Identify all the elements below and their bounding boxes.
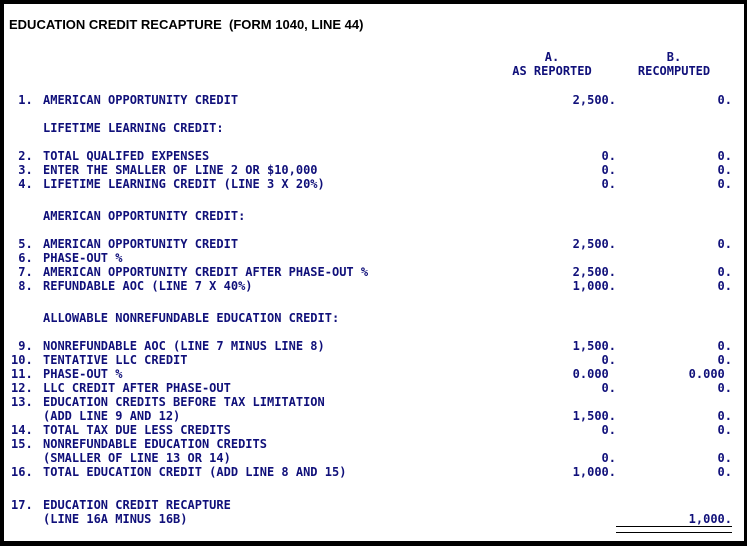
line-label: TOTAL QUALIFED EXPENSES (43, 149, 210, 163)
value-recomputed: 0. (717, 381, 732, 395)
line-label: TOTAL EDUCATION CREDIT (ADD LINE 8 AND 1… (43, 465, 347, 479)
line-label: ALLOWABLE NONREFUNDABLE EDUCATION CREDIT… (43, 311, 340, 325)
line-label: LIFETIME LEARNING CREDIT (LINE 3 X 20%) (43, 177, 325, 191)
line-label: EDUCATION CREDIT RECAPTURE (43, 498, 231, 512)
value-recomputed: 0. (717, 265, 732, 279)
line-label: NONREFUNDABLE EDUCATION CREDITS (43, 437, 267, 451)
line-label: ENTER THE SMALLER OF LINE 2 OR $10,000 (43, 163, 318, 177)
value-as-reported: 0. (601, 149, 616, 163)
column-a-letter: A. (544, 50, 560, 64)
line-label: (ADD LINE 9 AND 12) (43, 409, 181, 423)
value-as-reported: 0. (601, 353, 616, 367)
value-as-reported: 0.000 (572, 367, 616, 381)
value-as-reported: 2,500. (572, 93, 616, 107)
line-label: AMERICAN OPPORTUNITY CREDIT: (43, 209, 246, 223)
value-recomputed: 0. (717, 339, 732, 353)
line-label: AMERICAN OPPORTUNITY CREDIT AFTER PHASE-… (43, 265, 369, 279)
line-number: 11. (11, 367, 33, 381)
line-number: 9. (11, 339, 33, 353)
report-title: EDUCATION CREDIT RECAPTURE (FORM 1040, L… (9, 17, 364, 32)
line-label: LIFETIME LEARNING CREDIT: (43, 121, 224, 135)
value-as-reported: 0. (601, 163, 616, 177)
value-as-reported: 1,000. (572, 279, 616, 293)
value-as-reported: 0. (601, 177, 616, 191)
value-as-reported: 0. (601, 451, 616, 465)
value-recomputed: 0. (717, 451, 732, 465)
value-recomputed: 0. (717, 353, 732, 367)
line-number: 15. (11, 437, 33, 451)
line-label: REFUNDABLE AOC (LINE 7 X 40%) (43, 279, 253, 293)
line-label: PHASE-OUT % (43, 367, 123, 381)
value-as-reported: 2,500. (572, 237, 616, 251)
value-as-reported: 1,500. (572, 339, 616, 353)
line-label: AMERICAN OPPORTUNITY CREDIT (43, 93, 239, 107)
line-label: (SMALLER OF LINE 13 OR 14) (43, 451, 231, 465)
value-recomputed: 0. (717, 465, 732, 479)
value-as-reported: 0. (601, 381, 616, 395)
value-recomputed: 0.000 (688, 367, 732, 381)
value-as-reported: 2,500. (572, 265, 616, 279)
column-a-label: AS REPORTED (512, 64, 592, 78)
column-b-letter: B. (666, 50, 682, 64)
line-label: EDUCATION CREDITS BEFORE TAX LIMITATION (43, 395, 325, 409)
value-recomputed: 0. (717, 163, 732, 177)
line-label: (LINE 16A MINUS 16B) (43, 512, 188, 526)
line-label: AMERICAN OPPORTUNITY CREDIT (43, 237, 239, 251)
line-number: 4. (11, 177, 33, 191)
line-label: TENTATIVE LLC CREDIT (43, 353, 188, 367)
line-number: 2. (11, 149, 33, 163)
line-label: LLC CREDIT AFTER PHASE-OUT (43, 381, 231, 395)
line-number: 17. (11, 498, 33, 512)
value-recomputed: 1,000. (688, 512, 732, 526)
value-as-reported: 1,500. (572, 409, 616, 423)
value-recomputed: 0. (717, 93, 732, 107)
line-number: 10. (11, 353, 33, 367)
line-label: PHASE-OUT % (43, 251, 123, 265)
value-as-reported: 1,000. (572, 465, 616, 479)
line-number: 6. (11, 251, 33, 265)
value-recomputed: 0. (717, 279, 732, 293)
value-recomputed: 0. (717, 423, 732, 437)
line-number: 5. (11, 237, 33, 251)
value-recomputed: 0. (717, 237, 732, 251)
value-recomputed: 0. (717, 149, 732, 163)
line-number: 14. (11, 423, 33, 437)
value-recomputed: 0. (717, 409, 732, 423)
line-number: 12. (11, 381, 33, 395)
line-number: 8. (11, 279, 33, 293)
column-b-label: RECOMPUTED (637, 64, 711, 78)
line-label: TOTAL TAX DUE LESS CREDITS (43, 423, 231, 437)
line-label: NONREFUNDABLE AOC (LINE 7 MINUS LINE 8) (43, 339, 325, 353)
value-recomputed: 0. (717, 177, 732, 191)
line-number: 3. (11, 163, 33, 177)
line-number: 1. (11, 93, 33, 107)
double-underline-total (616, 526, 732, 533)
line-number: 7. (11, 265, 33, 279)
report-page: EDUCATION CREDIT RECAPTURE (FORM 1040, L… (4, 4, 744, 541)
line-number: 16. (11, 465, 33, 479)
value-as-reported: 0. (601, 423, 616, 437)
line-number: 13. (11, 395, 33, 409)
